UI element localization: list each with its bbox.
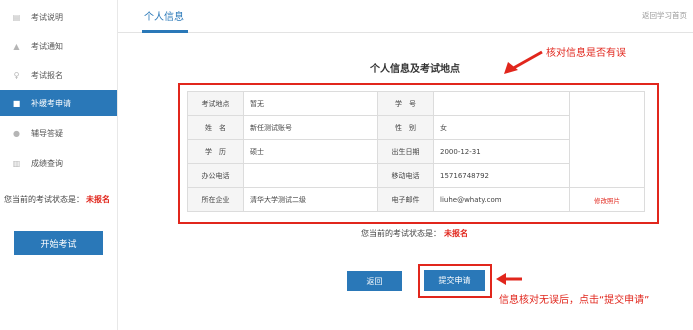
highlight-box-info [178,83,659,224]
back-home-link[interactable]: 返回学习首页 [642,10,687,21]
sidebar-item-label: 考试通知 [31,41,63,51]
sidebar-item-label: 辅导答疑 [31,128,63,138]
sidebar-item-label: 成绩查询 [31,158,63,168]
annotation-check-info: 核对信息是否有误 [546,48,626,59]
main-exam-status: 您当前的考试状态是： 未报名 [361,228,468,239]
exam-status-value: 未报名 [86,195,110,204]
start-exam-button[interactable]: 开始考试 [14,231,103,255]
back-button[interactable]: 返回 [347,271,402,291]
header: 个人信息 返回学习首页 [118,0,693,33]
user-icon: ♀ [13,70,20,80]
sidebar-item-tutoring-qa[interactable]: ● 辅导答疑 [0,120,117,146]
sidebar-item-label: 考试报名 [31,70,63,80]
main-exam-status-label: 您当前的考试状态是： [361,229,441,238]
question-icon: ● [13,128,20,138]
sidebar: ▤ 考试说明 ▲ 考试通知 ♀ 考试报名 ■ 补缓考申请 ● 辅导答疑 ▥ 成绩… [0,0,118,330]
annotation-submit-hint: 信息核对无误后，点击“提交申请” [499,295,650,306]
exam-status: 您当前的考试状态是： 未报名 [4,194,110,205]
tab-indicator [142,30,188,33]
document-icon: ▤ [12,12,21,22]
chart-icon: ▥ [12,158,21,168]
sidebar-item-exam-info[interactable]: ▤ 考试说明 [0,4,117,30]
bell-icon: ▲ [13,41,20,51]
sidebar-item-exam-signup[interactable]: ♀ 考试报名 [0,62,117,88]
highlight-box-submit [418,264,492,298]
annotation-arrow-icon [504,50,543,74]
sidebar-item-makeup-exam[interactable]: ■ 补缓考申请 [0,90,117,116]
sidebar-item-score-query[interactable]: ▥ 成绩查询 [0,150,117,176]
main-exam-status-value: 未报名 [444,229,468,238]
exam-status-label: 您当前的考试状态是： [4,195,84,204]
form-icon: ■ [12,98,21,108]
sidebar-item-label: 补缓考申请 [31,98,71,108]
sidebar-item-exam-notice[interactable]: ▲ 考试通知 [0,33,117,59]
section-title: 个人信息及考试地点 [370,64,460,75]
annotation-arrow-icon [496,273,522,285]
tab-personal-info[interactable]: 个人信息 [144,8,184,23]
sidebar-item-label: 考试说明 [31,12,63,22]
